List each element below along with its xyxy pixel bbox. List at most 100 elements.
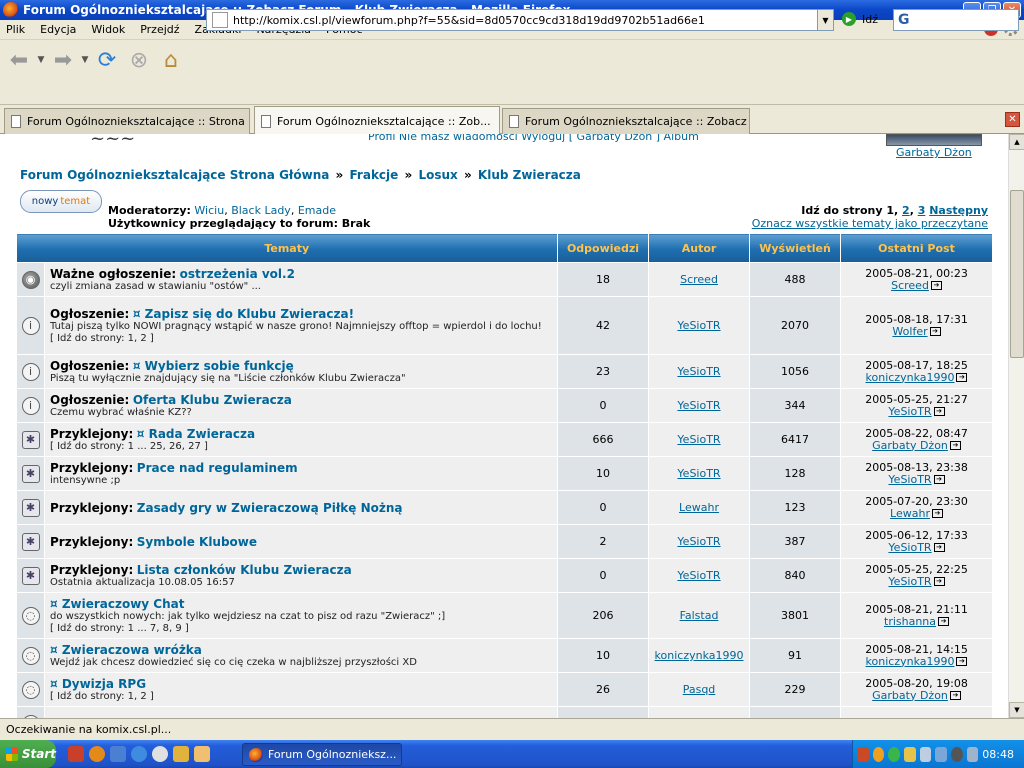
- home-icon[interactable]: ⌂: [156, 45, 186, 75]
- breadcrumb-klub-zwieracza[interactable]: Klub Zwieracza: [478, 168, 581, 182]
- last-post-user-link[interactable]: koniczynka1990: [866, 371, 955, 384]
- url-bar[interactable]: http://komix.csl.pl/viewforum.php?f=55&s…: [206, 9, 834, 31]
- tray-icon[interactable]: [966, 746, 979, 762]
- author-link[interactable]: YeSioTR: [677, 569, 720, 582]
- new-topic-button[interactable]: nowy temat: [20, 190, 102, 213]
- reload-icon[interactable]: ⟳: [92, 45, 122, 75]
- topic-pages[interactable]: [ Idź do strony: 1 ... 25, 26, 27 ]: [50, 441, 552, 453]
- goto-last-post-icon[interactable]: ➔: [933, 543, 945, 552]
- scroll-down-icon[interactable]: ▼: [1009, 702, 1024, 718]
- moderator-link[interactable]: Emade: [298, 204, 336, 217]
- goto-last-post-icon[interactable]: ➔: [949, 691, 961, 700]
- topic-title-link[interactable]: Zasady gry w Zwieraczową Piłkę Nożną: [137, 501, 403, 515]
- goto-last-post-icon[interactable]: ➔: [938, 617, 950, 626]
- topic-pages[interactable]: [ Idź do strony: 1, 2 ]: [50, 333, 552, 345]
- author-link[interactable]: YeSioTR: [677, 535, 720, 548]
- topic-title-link[interactable]: Symbole Klubowe: [137, 535, 257, 549]
- forward-dropdown-icon[interactable]: ▼: [80, 45, 90, 75]
- go-button[interactable]: ▶ Idź: [842, 12, 878, 26]
- last-post-user-link[interactable]: Screed: [891, 279, 929, 292]
- firefox-launch-icon[interactable]: [89, 746, 105, 762]
- stop-icon[interactable]: ⊗: [124, 45, 154, 75]
- close-tab-icon[interactable]: ✕: [1005, 112, 1020, 127]
- tray-icon[interactable]: [950, 746, 963, 762]
- media-player-icon[interactable]: [152, 746, 168, 762]
- url-dropdown-icon[interactable]: ▼: [817, 10, 833, 30]
- ie-icon[interactable]: [131, 746, 147, 762]
- last-post-user-link[interactable]: YeSioTR: [888, 541, 931, 554]
- goto-last-post-icon[interactable]: ➔: [933, 407, 945, 416]
- tab-zobacz-forum[interactable]: Forum Ogólnoznieksztalcające :: Zobacz F…: [502, 108, 750, 134]
- breadcrumb-frakcje[interactable]: Frakcje: [350, 168, 399, 182]
- author-link[interactable]: Falstad: [680, 609, 719, 622]
- app-icon[interactable]: [68, 746, 84, 762]
- back-dropdown-icon[interactable]: ▼: [36, 45, 46, 75]
- topic-pages[interactable]: [ Idź do strony: 1 ... 7, 8, 9 ]: [50, 623, 552, 635]
- topic-title-link[interactable]: ¤ Rada Zwieracza: [137, 427, 255, 441]
- menu-plik[interactable]: Plik: [6, 23, 25, 36]
- page-link[interactable]: 2: [902, 204, 910, 217]
- last-post-user-link[interactable]: YeSioTR: [888, 473, 931, 486]
- author-link[interactable]: Pasqd: [683, 683, 716, 696]
- menu-widok[interactable]: Widok: [91, 23, 125, 36]
- menu-przejdz[interactable]: Przejdź: [140, 23, 179, 36]
- author-link[interactable]: koniczynka1990: [655, 649, 744, 662]
- last-post-user-link[interactable]: YeSioTR: [888, 575, 931, 588]
- topic-title-link[interactable]: Oferta Klubu Zwieracza: [133, 393, 292, 407]
- goto-last-post-icon[interactable]: ➔: [930, 281, 942, 290]
- page-link[interactable]: 3: [918, 204, 926, 217]
- breadcrumb-home[interactable]: Forum Ogólnoznieksztalcające Strona Głów…: [20, 168, 329, 182]
- tab-strona-glowna[interactable]: Forum Ogólnoznieksztalcające :: Strona G…: [4, 108, 250, 134]
- taskbar-firefox-window[interactable]: Forum Ogólnoznieksz...: [242, 743, 402, 766]
- back-arrow-icon[interactable]: ⬅: [4, 45, 34, 75]
- goto-last-post-icon[interactable]: ➔: [929, 327, 941, 336]
- scroll-thumb[interactable]: [1010, 190, 1024, 358]
- tab-klub-zwieracza[interactable]: Forum Ogólnoznieksztalcające :: Zob...: [254, 106, 500, 135]
- author-link[interactable]: YeSioTR: [677, 433, 720, 446]
- goto-last-post-icon[interactable]: ➔: [956, 657, 968, 666]
- topic-title-link[interactable]: ¤ Zwieraczowa wróżka: [50, 643, 202, 657]
- goto-last-post-icon[interactable]: ➔: [933, 577, 945, 586]
- tray-icon[interactable]: [872, 746, 885, 762]
- moderator-link[interactable]: Wiciu: [194, 204, 224, 217]
- topic-title-link[interactable]: ¤ Zwieraczowy Chat: [50, 597, 184, 611]
- start-button[interactable]: Start: [0, 740, 56, 768]
- author-link[interactable]: YeSioTR: [677, 319, 720, 332]
- author-link[interactable]: Lewahr: [679, 501, 719, 514]
- vertical-scrollbar[interactable]: ▲ ▼: [1008, 134, 1024, 718]
- author-link[interactable]: YeSioTR: [677, 467, 720, 480]
- topic-title-link[interactable]: Lista członków Klubu Zwieracza: [137, 563, 352, 577]
- tray-icon[interactable]: [888, 746, 900, 762]
- topic-pages[interactable]: [ Idź do strony: 1, 2 ]: [50, 691, 552, 703]
- topic-title-link[interactable]: ¤ Dywizja RPG: [50, 677, 146, 691]
- app-icon[interactable]: [173, 746, 189, 762]
- author-link[interactable]: YeSioTR: [677, 365, 720, 378]
- user-name-link[interactable]: Garbaty Dżon: [896, 146, 972, 159]
- app-icon[interactable]: [194, 746, 210, 762]
- goto-last-post-icon[interactable]: ➔: [933, 475, 945, 484]
- tray-icon[interactable]: [935, 746, 947, 762]
- tray-icon[interactable]: [919, 746, 932, 762]
- goto-last-post-icon[interactable]: ➔: [956, 373, 968, 382]
- moderator-link[interactable]: Black Lady: [231, 204, 291, 217]
- tray-icon[interactable]: [903, 746, 916, 762]
- last-post-user-link[interactable]: trishanna: [884, 615, 936, 628]
- topic-title-link[interactable]: ¤ Zapisz się do Klubu Zwieracza!: [133, 307, 354, 321]
- last-post-user-link[interactable]: Garbaty Dżon: [872, 439, 948, 452]
- url-text[interactable]: http://komix.csl.pl/viewforum.php?f=55&s…: [233, 14, 817, 27]
- last-post-user-link[interactable]: YeSioTR: [888, 405, 931, 418]
- author-link[interactable]: YeSioTR: [677, 399, 720, 412]
- next-page-link[interactable]: Następny: [929, 204, 988, 217]
- scroll-up-icon[interactable]: ▲: [1009, 134, 1024, 150]
- mark-all-read-link[interactable]: Oznacz wszystkie tematy jako przeczytane: [752, 217, 988, 230]
- forward-arrow-icon[interactable]: ➡: [48, 45, 78, 75]
- menu-edycja[interactable]: Edycja: [40, 23, 76, 36]
- profile-links[interactable]: Profil Nie masz wiadomości Wyloguj [ Gar…: [368, 134, 699, 143]
- author-link[interactable]: Screed: [680, 273, 718, 286]
- topic-title-link[interactable]: ¤ Wybierz sobie funkcję: [133, 359, 294, 373]
- last-post-user-link[interactable]: Wolfer: [892, 325, 927, 338]
- topic-title-link[interactable]: Prace nad regulaminem: [137, 461, 298, 475]
- goto-last-post-icon[interactable]: ➔: [931, 509, 943, 518]
- app-icon[interactable]: [110, 746, 126, 762]
- breadcrumb-losux[interactable]: Losux: [418, 168, 457, 182]
